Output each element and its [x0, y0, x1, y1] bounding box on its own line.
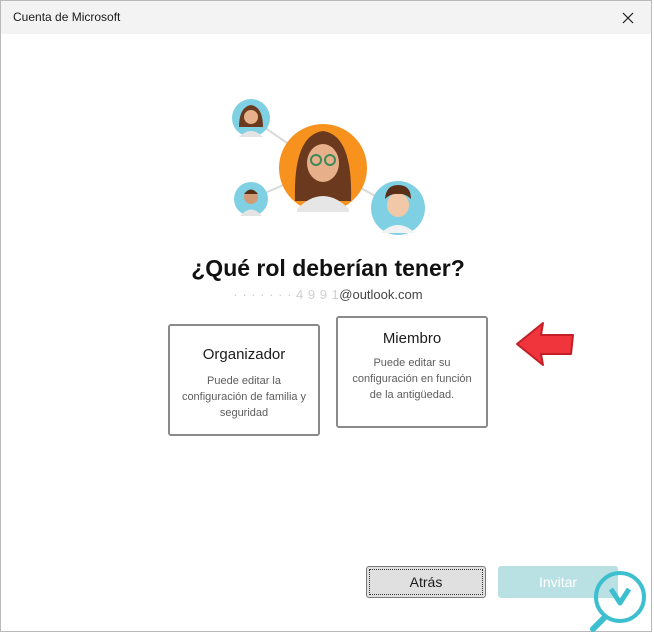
- window-title: Cuenta de Microsoft: [13, 10, 121, 24]
- role-description: Puede editar su configuración en función…: [352, 357, 472, 401]
- avatar-man-small: [234, 182, 268, 216]
- page-title: ¿Qué rol deberían tener?: [191, 255, 465, 281]
- avatar-woman-main: [279, 124, 367, 212]
- avatar-man-right: [371, 181, 425, 235]
- red-arrow-icon: [516, 322, 574, 366]
- account-email: · · · · · · · 4 9 9 1@outlook.com: [1, 287, 654, 302]
- role-title: Organizador: [202, 346, 286, 363]
- role-title: Miembro: [382, 330, 442, 347]
- back-button[interactable]: Atrás: [366, 566, 486, 598]
- role-card-miembro[interactable]: Miembro Puede editar su configuración en…: [336, 316, 488, 428]
- role-description: Puede editar la configuración de familia…: [181, 375, 307, 419]
- close-icon: [622, 12, 634, 23]
- role-card-organizador[interactable]: Organizador Puede editar la configuració…: [168, 324, 320, 436]
- email-domain: @outlook.com: [339, 287, 423, 302]
- family-illustration: [232, 99, 425, 235]
- close-button[interactable]: [605, 1, 651, 34]
- dialog-window: Cuenta de Microsoft ¿Qué rol deberían te…: [0, 0, 652, 632]
- email-obscured: · · · · · · · 4 9 9 1: [233, 287, 340, 302]
- watermark-logo-icon: [590, 571, 646, 632]
- avatar-woman-small: [232, 99, 270, 137]
- title-bar: Cuenta de Microsoft: [1, 1, 651, 34]
